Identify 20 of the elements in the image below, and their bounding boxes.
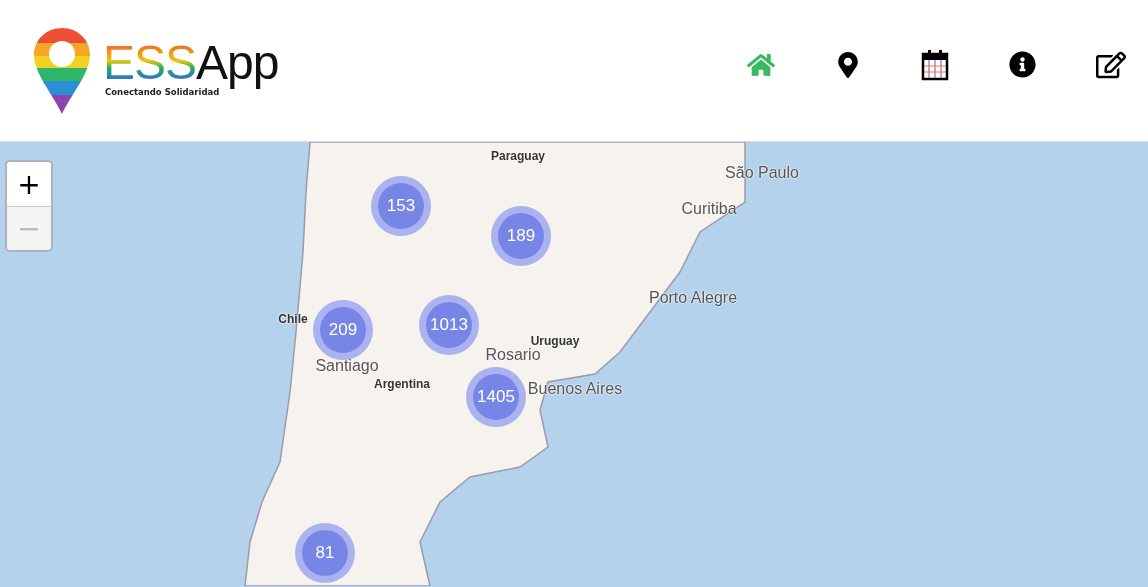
city-label: São Paulo (725, 164, 799, 182)
marker-cluster[interactable]: 209 (313, 300, 373, 360)
marker-cluster[interactable]: 81 (295, 523, 355, 583)
country-label: Chile (278, 312, 308, 326)
marker-cluster[interactable]: 1405 (466, 367, 526, 427)
city-label: Curitiba (681, 200, 737, 218)
city-label: Porto Alegre (648, 289, 738, 307)
zoom-in-button[interactable]: + (7, 162, 51, 206)
city-label: Santiago (315, 357, 379, 375)
country-label: Argentina (374, 377, 430, 391)
country-label: Paraguay (491, 149, 545, 163)
logo-wordmark: App (196, 38, 279, 87)
city-label: Buenos Aires (527, 380, 623, 398)
country-label: Uruguay (530, 334, 580, 348)
marker-cluster[interactable]: 153 (371, 176, 431, 236)
info-icon[interactable] (1007, 49, 1038, 80)
marker-cluster[interactable]: 189 (491, 206, 551, 266)
marker-cluster[interactable]: 1013 (419, 295, 479, 355)
city-label: Rosario (485, 346, 541, 364)
logo-tagline: Conectando Solidaridad (105, 86, 220, 97)
